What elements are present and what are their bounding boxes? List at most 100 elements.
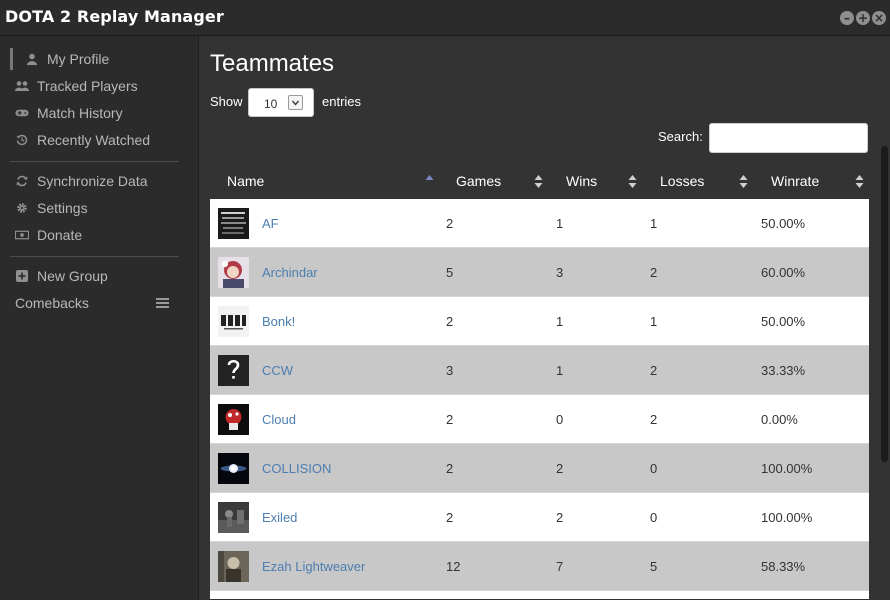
wins-cell: 1 bbox=[556, 363, 564, 378]
sidebar-item-label: Match History bbox=[37, 105, 123, 121]
games-cell: 12 bbox=[446, 559, 461, 574]
column-header-losses[interactable]: Losses bbox=[660, 163, 704, 199]
player-name-link[interactable]: Bonk! bbox=[262, 297, 295, 346]
sidebar-item-new-group[interactable]: New Group bbox=[15, 265, 108, 287]
column-header-wins[interactable]: Wins bbox=[566, 163, 597, 199]
player-name-link[interactable]: Ezah Lightweaver bbox=[262, 542, 365, 591]
entries-label: entries bbox=[322, 94, 362, 109]
winrate-cell: 58.33% bbox=[761, 559, 806, 574]
sidebar-item-donate[interactable]: Donate bbox=[15, 224, 82, 246]
search-label: Search: bbox=[658, 129, 703, 144]
sidebar-divider bbox=[10, 161, 179, 162]
winrate-cell: 60.00% bbox=[761, 265, 806, 280]
column-header-games[interactable]: Games bbox=[456, 163, 501, 199]
sidebar-item-match-history[interactable]: Match History bbox=[15, 102, 123, 124]
games-cell: 2 bbox=[446, 461, 454, 476]
sidebar-item-settings[interactable]: Settings bbox=[15, 197, 88, 219]
games-cell: 2 bbox=[446, 510, 454, 525]
sidebar-item-recently-watched[interactable]: Recently Watched bbox=[15, 129, 150, 151]
sidebar-item-label: Synchronize Data bbox=[37, 173, 148, 189]
winrate-cell: 100.00% bbox=[761, 461, 813, 476]
page-title: Teammates bbox=[210, 50, 335, 77]
wins-cell: 1 bbox=[556, 216, 564, 231]
avatar bbox=[218, 453, 249, 484]
losses-cell: 0 bbox=[650, 510, 658, 525]
sort-asc-icon[interactable] bbox=[425, 174, 434, 189]
sidebar-item-label: New Group bbox=[37, 268, 108, 284]
wins-cell: 0 bbox=[556, 412, 564, 427]
sidebar-item-label: My Profile bbox=[47, 51, 110, 67]
sidebar-item-label: Donate bbox=[37, 227, 83, 243]
sort-both-icon[interactable] bbox=[628, 174, 637, 189]
refresh-icon bbox=[15, 174, 29, 188]
games-cell: 2 bbox=[446, 314, 454, 329]
winrate-cell: 33.33% bbox=[761, 363, 806, 378]
sort-both-icon[interactable] bbox=[739, 174, 748, 189]
table-row[interactable]: Archindar 5 3 2 60.00% bbox=[210, 248, 869, 297]
show-label: Show bbox=[210, 94, 243, 109]
scrollbar-thumb[interactable] bbox=[881, 146, 888, 462]
sidebar-item-label: Tracked Players bbox=[37, 78, 138, 94]
losses-cell: 2 bbox=[650, 412, 658, 427]
table-header: Name Games Wins Losses Winrate bbox=[210, 163, 869, 199]
users-icon bbox=[15, 79, 29, 93]
main-content: Teammates Show 10 entries Search: Name G… bbox=[199, 36, 879, 600]
table-row[interactable]: CCW 3 1 2 33.33% bbox=[210, 346, 869, 395]
avatar bbox=[218, 551, 249, 582]
title-bar: DOTA 2 Replay Manager – + × bbox=[0, 0, 890, 36]
wins-cell: 1 bbox=[556, 314, 564, 329]
close-icon[interactable]: × bbox=[872, 11, 886, 25]
player-name-link[interactable]: COLLISION bbox=[262, 444, 331, 493]
sort-both-icon[interactable] bbox=[855, 174, 864, 189]
player-name-link[interactable]: Cloud bbox=[262, 395, 296, 444]
entries-select[interactable]: 10 bbox=[248, 88, 314, 117]
column-header-name[interactable]: Name bbox=[227, 163, 264, 199]
user-icon bbox=[25, 52, 39, 66]
avatar bbox=[218, 502, 249, 533]
wins-cell: 7 bbox=[556, 559, 564, 574]
column-header-winrate[interactable]: Winrate bbox=[771, 163, 819, 199]
table-row[interactable]: COLLISION 2 2 0 100.00% bbox=[210, 444, 869, 493]
window-controls: – + × bbox=[840, 11, 886, 25]
sidebar-item-synchronize-data[interactable]: Synchronize Data bbox=[15, 170, 148, 192]
player-name-link[interactable]: Exiled bbox=[262, 493, 297, 542]
entries-select-value: 10 bbox=[264, 97, 278, 111]
money-icon bbox=[15, 228, 29, 242]
sidebar-group-comebacks[interactable]: Comebacks bbox=[15, 292, 89, 314]
gear-icon bbox=[15, 201, 29, 215]
chevron-down-icon bbox=[288, 95, 303, 110]
sidebar-item-my-profile[interactable]: My Profile bbox=[10, 48, 109, 70]
wins-cell: 3 bbox=[556, 265, 564, 280]
minimize-icon[interactable]: – bbox=[840, 11, 854, 25]
losses-cell: 1 bbox=[650, 216, 658, 231]
table-row[interactable]: AF 2 1 1 50.00% bbox=[210, 199, 869, 248]
table-row[interactable]: Ezah Lightweaver 12 7 5 58.33% bbox=[210, 542, 869, 591]
menu-icon[interactable] bbox=[156, 298, 169, 308]
losses-cell: 2 bbox=[650, 265, 658, 280]
table-row[interactable]: Bonk! 2 1 1 50.00% bbox=[210, 297, 869, 346]
group-label: Comebacks bbox=[15, 295, 89, 311]
winrate-cell: 50.00% bbox=[761, 216, 806, 231]
maximize-icon[interactable]: + bbox=[856, 11, 870, 25]
app-title: DOTA 2 Replay Manager bbox=[5, 7, 224, 26]
wins-cell: 2 bbox=[556, 461, 564, 476]
losses-cell: 0 bbox=[650, 461, 658, 476]
table-row[interactable]: Exiled 2 2 0 100.00% bbox=[210, 493, 869, 542]
table-row[interactable]: Cloud 2 0 2 0.00% bbox=[210, 395, 869, 444]
player-name-link[interactable]: CCW bbox=[262, 346, 293, 395]
winrate-cell: 0.00% bbox=[761, 412, 798, 427]
scrollbar[interactable] bbox=[879, 36, 890, 600]
avatar bbox=[218, 306, 249, 337]
sort-both-icon[interactable] bbox=[534, 174, 543, 189]
gamepad-icon bbox=[15, 106, 29, 120]
player-name-link[interactable]: AF bbox=[262, 199, 279, 248]
winrate-cell: 50.00% bbox=[761, 314, 806, 329]
wins-cell: 2 bbox=[556, 510, 564, 525]
avatar bbox=[218, 404, 249, 435]
table-row[interactable] bbox=[210, 591, 869, 599]
player-name-link[interactable]: Archindar bbox=[262, 248, 318, 297]
avatar bbox=[218, 355, 249, 386]
sidebar-item-tracked-players[interactable]: Tracked Players bbox=[15, 75, 138, 97]
sidebar-item-label: Settings bbox=[37, 200, 88, 216]
search-input[interactable] bbox=[709, 123, 868, 153]
